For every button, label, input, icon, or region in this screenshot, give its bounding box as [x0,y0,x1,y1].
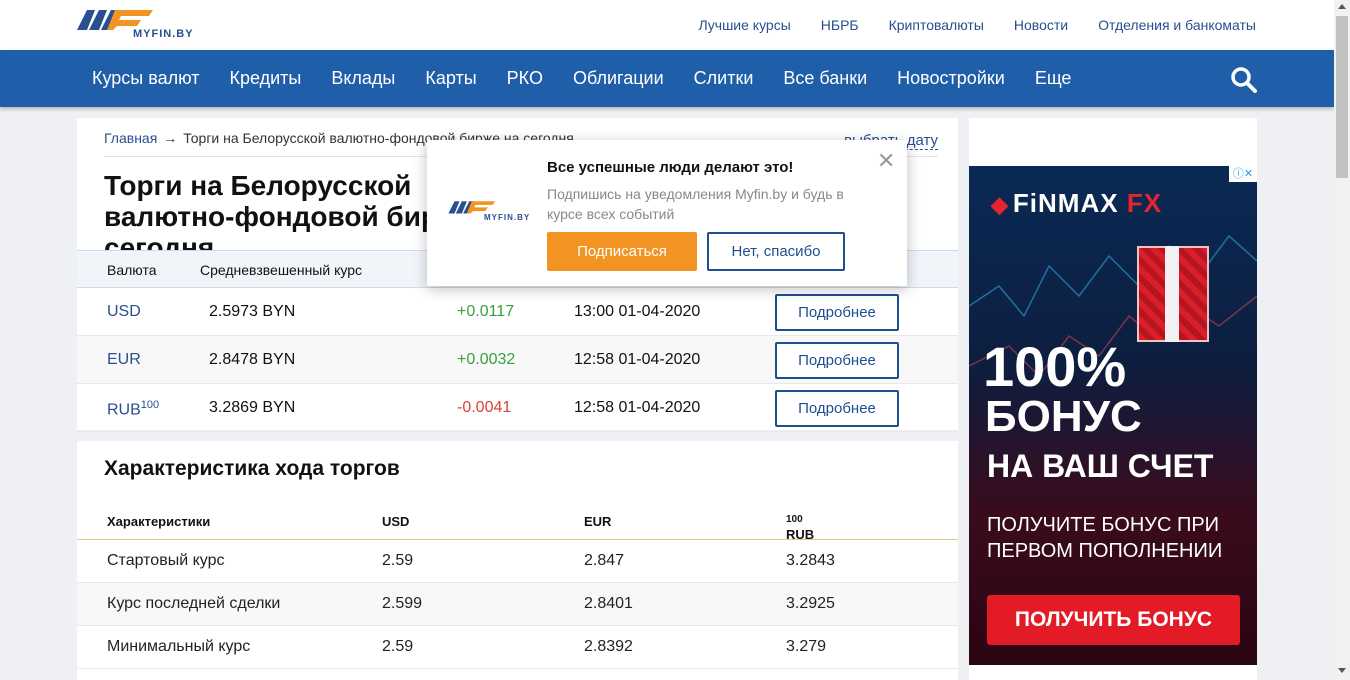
cell-usd: 2.59 [382,552,414,569]
myfin-logo[interactable]: MYFIN.BY [77,8,207,44]
nav-item-ingots[interactable]: Слитки [679,50,769,107]
header-usd: USD [382,514,410,529]
cell-rub: 3.2925 [786,595,835,612]
toplink-branches[interactable]: Отделения и банкоматы [1098,17,1256,33]
details-button[interactable]: Подробнее [775,294,899,331]
top-links: Лучшие курсы НБРБ Криптовалюты Новости О… [698,17,1256,33]
toplink-crypto[interactable]: Криптовалюты [889,17,984,33]
nav-item-bonds[interactable]: Облигации [558,50,679,107]
rate-value: 3.2869 BYN [209,399,296,416]
scroll-down-icon[interactable] [1338,668,1346,673]
nav-item-credits[interactable]: Кредиты [214,50,316,107]
nav-item-currency-rates[interactable]: Курсы валют [77,50,214,107]
row-label: Минимальный курс [107,638,251,655]
trading-card: Характеристика хода торгов Характеристик… [77,441,958,680]
cell-usd: 2.599 [382,595,423,612]
currency-link[interactable]: USD [107,303,141,321]
cell-usd: 2.59 [382,638,414,655]
ad-headline-account: НА ВАШ СЧЕТ [987,448,1214,484]
header-characteristics: Характеристики [107,514,211,529]
toplink-news[interactable]: Новости [1014,17,1068,33]
popup-logo-wordmark: MYFIN.BY [484,213,531,222]
nav-item-deposits[interactable]: Вклады [316,50,410,107]
close-icon[interactable]: ✕ [877,148,895,174]
rate-row-rub: RUB100 3.2869 BYN -0.0041 12:58 01-04-20… [77,384,958,432]
nav-item-all-banks[interactable]: Все банки [768,50,882,107]
cell-eur: 2.8401 [584,595,633,612]
currency-link[interactable]: EUR [107,351,141,369]
trading-table-header: Характеристики USD EUR RUB 100 [77,501,958,542]
ad-container: ⓘ✕ ◆ FiNMAX FX 100% БОНУС НА ВАШ СЧЕТ ПОЛ… [969,118,1257,680]
nav-items: Курсы валют Кредиты Вклады Карты РКО Обл… [77,50,1086,107]
breadcrumb-home[interactable]: Главная [104,130,157,146]
rate-time: 12:58 01-04-2020 [574,351,701,368]
popup-logo: MYFIN.BY [447,200,529,226]
gift-ribbon-icon [1165,246,1179,342]
details-button[interactable]: Подробнее [775,342,899,379]
row-label: Курс последней сделки [107,595,281,612]
rate-value: 2.8478 BYN [209,351,296,368]
nav-item-cards[interactable]: Карты [410,50,491,107]
ad-brand: ◆ FiNMAX FX [991,188,1163,218]
cell-rub: 3.279 [786,638,827,655]
rate-value: 2.5973 BYN [209,303,296,320]
top-bar: MYFIN.BY Лучшие курсы НБРБ Криптовалюты … [0,0,1334,50]
cell-eur: 2.8392 [584,638,633,655]
ad-cta-button[interactable]: ПОЛУЧИТЬ БОНУС [987,595,1240,645]
scroll-up-icon[interactable] [1338,4,1346,9]
subscribe-button[interactable]: Подписаться [547,232,697,271]
subscribe-popup: MYFIN.BY Все успешные люди делают это! П… [427,140,907,286]
search-button[interactable] [1230,66,1258,94]
scrollbar-thumb[interactable] [1336,16,1348,178]
nav-item-more[interactable]: Еще [1020,50,1087,107]
popup-text: Подпишись на уведомления Myfin.by и будь… [547,186,844,222]
main-nav: Курсы валют Кредиты Вклады Карты РКО Обл… [0,50,1334,107]
table-row: Минимальный курс 2.59 2.8392 3.279 [77,626,958,669]
ad-subtext: ПОЛУЧИТЕ БОНУС ПРИ ПЕРВОМ ПОПОЛНЕНИИ [987,514,1223,562]
search-icon [1231,67,1257,93]
header-weighted-rate: Средневзвешенный курс [200,262,362,278]
popup-title: Все успешные люди делают это! [547,159,794,176]
cell-rub: 3.2843 [786,552,835,569]
section-title: Характеристика хода торгов [104,457,400,480]
cell-eur: 2.847 [584,552,625,569]
finmax-banner-ad[interactable]: ⓘ✕ ◆ FiNMAX FX 100% БОНУС НА ВАШ СЧЕТ ПОЛ… [969,166,1257,665]
toplink-best-rates[interactable]: Лучшие курсы [698,17,790,33]
toplink-nbrb[interactable]: НБРБ [821,17,859,33]
nav-item-rko[interactable]: РКО [492,50,558,107]
row-label: Стартовый курс [107,552,225,569]
table-row: Курс последней сделки 2.599 2.8401 3.292… [77,583,958,626]
breadcrumb-arrow-icon: → [163,130,178,146]
rate-change: -0.0041 [457,399,512,416]
rate-row-usd: USD 2.5973 BYN +0.0117 13:00 01-04-2020 … [77,288,958,336]
decline-button[interactable]: Нет, спасибо [707,232,845,271]
ad-headline-bonus: БОНУС [985,392,1142,441]
header-eur: EUR [584,514,612,529]
logo-wordmark: MYFIN.BY [133,28,194,40]
table-row: Стартовый курс 2.59 2.847 3.2843 [77,540,958,583]
details-button[interactable]: Подробнее [775,390,899,427]
rate-change: +0.0117 [457,303,515,320]
nav-item-new-buildings[interactable]: Новостройки [882,50,1020,107]
header-rub: RUB 100 [786,514,815,542]
header-currency: Валюта [107,262,157,278]
rate-row-eur: EUR 2.8478 BYN +0.0032 12:58 01-04-2020 … [77,336,958,384]
rate-time: 13:00 01-04-2020 [574,303,701,320]
currency-multiplier: 100 [140,399,160,411]
brand-chevron-icon: ◆ [991,192,1009,217]
rate-time: 12:58 01-04-2020 [574,399,701,416]
rate-change: +0.0032 [457,351,516,368]
ad-headline-percent: 100% [983,335,1127,398]
page-scrollbar[interactable] [1334,0,1350,680]
currency-link[interactable]: RUB100 [107,399,159,419]
ad-info-icon[interactable]: ⓘ✕ [1229,166,1257,182]
